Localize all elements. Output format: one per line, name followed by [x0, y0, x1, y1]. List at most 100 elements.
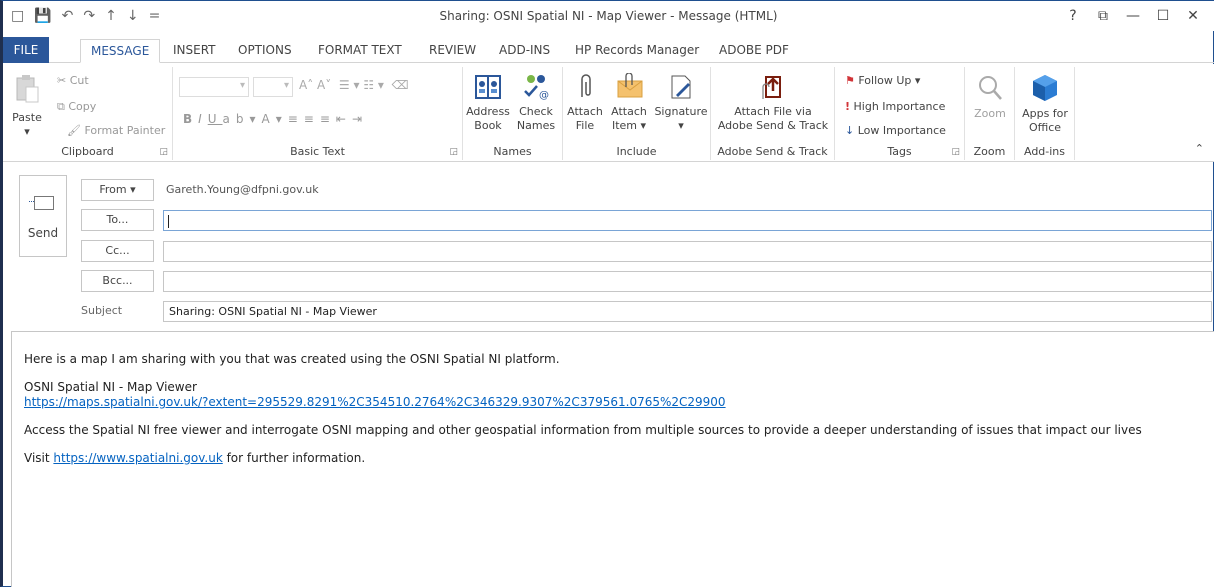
- format-painter-button[interactable]: 🖌 Format Painter: [67, 123, 165, 139]
- cut-button[interactable]: ✂ Cut: [57, 73, 89, 89]
- align-icons: ≡≡≡: [287, 112, 336, 126]
- body-intro-text: Here is a map I am sharing with you that…: [24, 352, 560, 366]
- apps-label-1: Apps for: [1022, 107, 1068, 120]
- tab-adobe-pdf[interactable]: ADOBE PDF: [709, 39, 799, 63]
- group-basic-text: ▾ ▾ A˄ A˅ ☰ ▾ ☷ ▾ ⌫ BIUab▾A▾≡≡≡⇤⇥ Basic …: [173, 67, 463, 160]
- check-names-label-1: Check: [519, 105, 553, 118]
- signature-button[interactable]: Signature ▾: [653, 73, 709, 133]
- outlook-message-window: □ 💾 ↶ ↷ ↑ ↓ = Sharing: OSNI Spatial NI -…: [0, 0, 1214, 587]
- font-name-box[interactable]: ▾: [179, 77, 249, 97]
- attach-file-label-1: Attach: [567, 105, 603, 118]
- spatialni-link[interactable]: https://www.spatialni.gov.uk: [53, 451, 222, 465]
- tab-message[interactable]: MESSAGE: [80, 39, 161, 63]
- minimize-button[interactable]: —: [1118, 5, 1148, 27]
- tab-options[interactable]: OPTIONS: [228, 39, 302, 63]
- chevron-down-icon: ▾: [239, 80, 245, 91]
- font-color-icon: A▾: [261, 112, 288, 126]
- flag-icon: ⚑: [845, 74, 855, 87]
- subject-field[interactable]: Sharing: OSNI Spatial NI - Map Viewer: [163, 301, 1212, 322]
- follow-up-label: Follow Up ▾: [858, 74, 921, 87]
- attach-file-button[interactable]: Attach File: [565, 73, 605, 133]
- svg-text:@: @: [539, 90, 549, 101]
- follow-up-button[interactable]: ⚑ Follow Up ▾: [845, 73, 920, 89]
- shrink-font-icon: A˅: [317, 78, 332, 92]
- cc-button[interactable]: Cc...: [81, 240, 154, 262]
- address-book-button[interactable]: Address Book: [465, 73, 511, 133]
- chevron-down-icon: ▾: [283, 80, 289, 91]
- tab-format-text[interactable]: FORMAT TEXT: [308, 39, 412, 63]
- group-label-basic-text: Basic Text: [290, 145, 345, 158]
- cc-field[interactable]: [163, 241, 1212, 262]
- chevron-down-icon: ▾: [24, 125, 30, 138]
- ribbon-tabs: FILE MESSAGE INSERT OPTIONS FORMAT TEXT …: [3, 31, 1214, 63]
- attach-file-via-adobe-button[interactable]: Attach File via Adobe Send & Track: [715, 73, 831, 133]
- format-painter-label: Format Painter: [84, 124, 166, 137]
- from-button[interactable]: From ▾: [81, 179, 154, 201]
- attach-item-icon: [617, 72, 643, 98]
- down-arrow-icon: ↓: [845, 124, 855, 137]
- close-button[interactable]: ✕: [1178, 5, 1208, 27]
- high-importance-button[interactable]: ! High Importance: [845, 99, 945, 115]
- collapse-ribbon-icon[interactable]: ⌃: [1195, 142, 1204, 155]
- italic-icon: I: [198, 112, 208, 126]
- tab-add-ins[interactable]: ADD-INS: [489, 39, 560, 63]
- grow-shrink-font-buttons[interactable]: A˄ A˅ ☰ ▾ ☷ ▾ ⌫: [299, 77, 409, 93]
- brush-icon: 🖌: [67, 124, 81, 137]
- copy-button[interactable]: ⧉ Copy: [57, 99, 96, 115]
- paste-icon: [16, 75, 39, 103]
- group-add-ins: Apps for Office Add-ins: [1015, 67, 1075, 160]
- bcc-field[interactable]: [163, 271, 1212, 292]
- maximize-button[interactable]: ☐: [1148, 5, 1178, 27]
- grow-font-icon: A˄: [299, 78, 314, 92]
- send-envelope-icon: [29, 196, 54, 210]
- zoom-button[interactable]: Zoom: [969, 73, 1011, 121]
- help-button[interactable]: ?: [1058, 5, 1088, 27]
- numbering-icon: ☷ ▾: [363, 78, 384, 92]
- group-label-zoom: Zoom: [973, 145, 1006, 158]
- tab-file[interactable]: FILE: [3, 37, 49, 63]
- bcc-button[interactable]: Bcc...: [81, 270, 154, 292]
- high-importance-label: High Importance: [853, 100, 946, 113]
- check-names-icon: @: [524, 75, 549, 101]
- tab-insert[interactable]: INSERT: [163, 39, 226, 63]
- attach-item-button[interactable]: Attach Item ▾: [607, 72, 651, 133]
- dialog-launcher-icon[interactable]: ◲: [449, 147, 458, 157]
- magnifier-icon: [979, 76, 1002, 100]
- group-label-include: Include: [616, 145, 657, 158]
- subject-label: Subject: [81, 304, 123, 317]
- group-label-add-ins: Add-ins: [1023, 145, 1066, 158]
- paste-button[interactable]: Paste ▾: [9, 73, 45, 139]
- group-label-adobe: Adobe Send & Track: [717, 145, 828, 158]
- format-buttons[interactable]: BIUab▾A▾≡≡≡⇤⇥: [183, 111, 368, 127]
- low-importance-button[interactable]: ↓ Low Importance: [845, 123, 946, 139]
- tab-review[interactable]: REVIEW: [419, 39, 486, 63]
- tab-hp-records-manager[interactable]: HP Records Manager: [565, 39, 709, 63]
- attach-via-label-2: Adobe Send & Track: [717, 119, 829, 132]
- exclamation-icon: !: [845, 100, 851, 113]
- dialog-launcher-icon[interactable]: ◲: [159, 147, 168, 157]
- to-field[interactable]: [163, 210, 1212, 231]
- clear-format-icon: ⌫: [387, 78, 409, 92]
- window-controls: ? ⧉ — ☐ ✕: [1058, 5, 1208, 27]
- from-address: Gareth.Young@dfpni.gov.uk: [166, 183, 319, 196]
- attach-item-label-1: Attach: [611, 105, 647, 118]
- font-size-box[interactable]: ▾: [253, 77, 293, 97]
- check-names-button[interactable]: @ Check Names: [513, 73, 559, 133]
- message-body[interactable]: Here is a map I am sharing with you that…: [11, 331, 1214, 587]
- attach-item-label-2: Item ▾: [611, 119, 647, 132]
- map-viewer-link[interactable]: https://maps.spatialni.gov.uk/?extent=29…: [24, 395, 726, 409]
- apps-for-office-icon: [1033, 75, 1057, 101]
- apps-for-office-button[interactable]: Apps for Office: [1019, 73, 1071, 135]
- zoom-label: Zoom: [974, 107, 1006, 120]
- group-adobe-send-track: Attach File via Adobe Send & Track Adobe…: [711, 67, 835, 160]
- apps-label-2: Office: [1028, 121, 1062, 134]
- dialog-launcher-icon[interactable]: ◲: [951, 147, 960, 157]
- send-button[interactable]: Send: [19, 175, 67, 257]
- paste-label: Paste: [12, 111, 42, 124]
- attach-file-label-2: File: [575, 119, 595, 132]
- underline-icon: U: [207, 112, 223, 126]
- paperclip-icon: [581, 74, 591, 97]
- ribbon-display-options-button[interactable]: ⧉: [1088, 5, 1118, 27]
- signature-label-1: Signature: [654, 105, 708, 118]
- to-button[interactable]: To...: [81, 209, 154, 231]
